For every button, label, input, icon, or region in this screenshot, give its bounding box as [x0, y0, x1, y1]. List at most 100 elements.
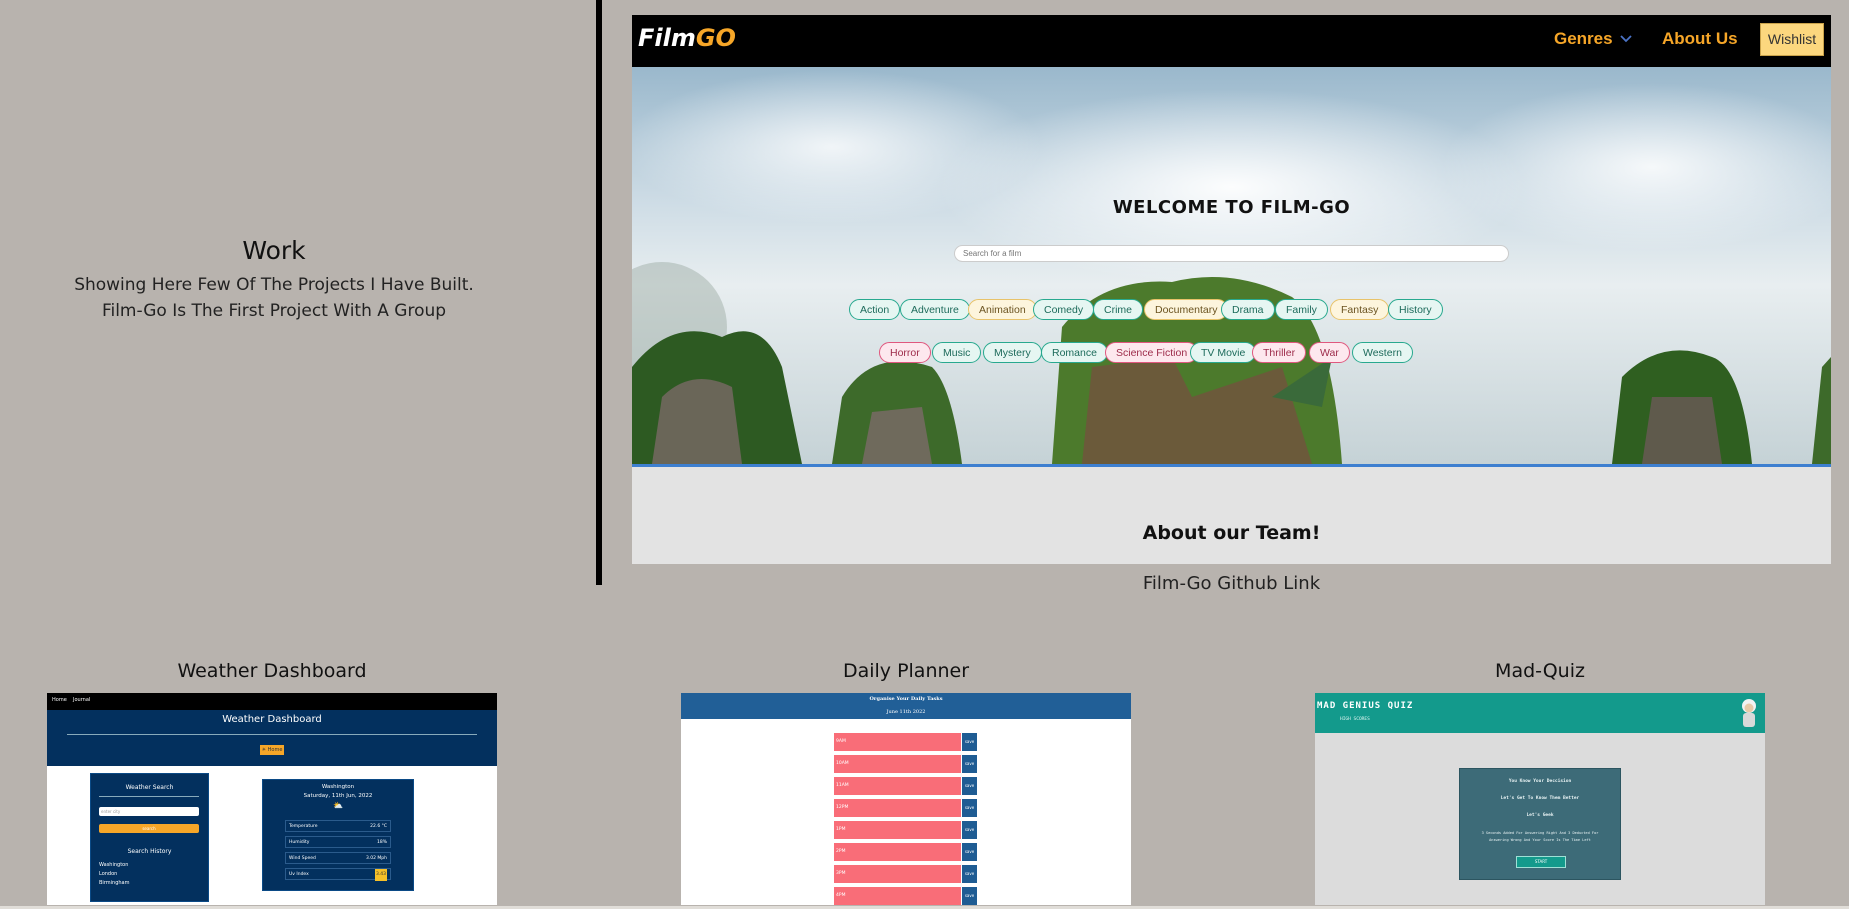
work-desc-line-1: Showing Here Few Of The Projects I Have …	[74, 275, 474, 295]
mad-quiz-preview[interactable]: MAD GENIUS QUIZ HIGH SCORES You Know You…	[1315, 693, 1765, 905]
weather-home-button[interactable]: ☀ Home	[260, 745, 284, 755]
planner-hour-slot[interactable]: 3PM	[834, 865, 961, 883]
chevron-down-icon[interactable]	[1618, 31, 1634, 47]
daily-planner-title: Daily Planner	[842, 660, 970, 682]
weather-dashboard-preview[interactable]: Home Journal Weather Dashboard ☀ Home We…	[47, 693, 497, 905]
planner-save-button[interactable]: save	[962, 843, 977, 861]
planner-hour-slot[interactable]: 2PM	[834, 843, 961, 861]
history-item[interactable]: London	[99, 871, 117, 877]
work-description: Showing Here Few Of The Projects I Have …	[0, 272, 548, 324]
history-item[interactable]: Birmingham	[99, 880, 130, 886]
genre-chip-music[interactable]: Music	[932, 342, 982, 363]
planner-hour-slot[interactable]: 11AM	[834, 777, 961, 795]
filmgo-logo[interactable]: FilmGO	[638, 24, 736, 52]
genre-chip-animation[interactable]: Animation	[968, 299, 1037, 320]
weather-dashboard-title: Weather Dashboard	[177, 660, 367, 682]
quiz-start-button[interactable]: START	[1516, 856, 1566, 868]
genre-chip-comedy[interactable]: Comedy	[1033, 299, 1095, 320]
weather-header-title: Weather Dashboard	[222, 714, 322, 725]
history-item[interactable]: Washington	[99, 862, 128, 868]
quiz-line-5: Answering Wrong And Your Score Is The Ti…	[1489, 838, 1591, 842]
planner-save-button[interactable]: save	[962, 865, 977, 883]
weather-row: Wind Speed 3.02 Mph	[285, 852, 391, 864]
genre-chip-history[interactable]: History	[1388, 299, 1443, 320]
quiz-app-title: MAD GENIUS QUIZ	[1317, 701, 1414, 711]
planner-save-button[interactable]: save	[962, 821, 977, 839]
genre-chip-romance[interactable]: Romance	[1041, 342, 1108, 363]
vertical-divider	[596, 0, 602, 585]
planner-header: Organise Your Daily Tasks June 11th 2022	[681, 693, 1131, 719]
work-desc-line-2: Film-Go Is The First Project With A Grou…	[101, 301, 447, 321]
planner-hour-slot[interactable]: 9AM	[834, 733, 961, 751]
genre-chip-crime[interactable]: Crime	[1093, 299, 1143, 320]
planner-row: 9AM save	[834, 733, 977, 751]
planner-save-button[interactable]: save	[962, 733, 977, 751]
genre-chip-adventure[interactable]: Adventure	[900, 299, 970, 320]
weather-search-rule	[99, 796, 199, 797]
weather-navbar: Home Journal	[47, 693, 497, 710]
filmgo-github-link[interactable]: Film-Go Github Link	[632, 573, 1831, 594]
logo-film: Film	[638, 24, 696, 52]
welcome-heading: WELCOME TO FILM-GO	[1112, 197, 1351, 218]
mad-quiz-title: Mad-Quiz	[1495, 660, 1585, 682]
genre-chip-family[interactable]: Family	[1275, 299, 1328, 320]
row-label: Humidity	[289, 840, 310, 845]
genre-chip-science-fiction[interactable]: Science Fiction	[1105, 342, 1199, 363]
nav-genres[interactable]: Genres	[1554, 29, 1613, 49]
weather-header-rule	[67, 734, 477, 735]
planner-row: 10AM save	[834, 755, 977, 773]
quiz-line-2: Let's Get To Know Them Better	[1500, 796, 1580, 801]
planner-hour-slot[interactable]: 12PM	[834, 799, 961, 817]
planner-row: 4PM save	[834, 887, 977, 905]
genre-chip-mystery[interactable]: Mystery	[983, 342, 1042, 363]
planner-row: 3PM save	[834, 865, 977, 883]
genre-chip-documentary[interactable]: Documentary	[1144, 299, 1229, 320]
weather-search-panel: Weather Search enter city search Search …	[90, 773, 209, 902]
row-label: Uv Index	[289, 872, 309, 877]
weather-nav-journal[interactable]: Journal	[73, 697, 90, 703]
planner-hour-slot[interactable]: 1PM	[834, 821, 961, 839]
planner-hour-slot[interactable]: 4PM	[834, 887, 961, 905]
weather-nav-home[interactable]: Home	[52, 697, 67, 703]
row-label: Temperature	[289, 824, 318, 829]
genre-chip-fantasy[interactable]: Fantasy	[1330, 299, 1390, 320]
weather-header: Weather Dashboard	[47, 710, 497, 766]
filmgo-preview[interactable]: FilmGO Genres About Us Wishlist WELCOME …	[632, 15, 1831, 564]
about-team-heading: About our Team!	[1142, 522, 1321, 544]
daily-planner-preview[interactable]: Organise Your Daily Tasks June 11th 2022…	[681, 693, 1131, 905]
row-label: Wind Speed	[289, 856, 316, 861]
weather-search-button[interactable]: search	[99, 824, 199, 833]
nav-about-us[interactable]: About Us	[1662, 29, 1738, 49]
quiz-header: MAD GENIUS QUIZ HIGH SCORES	[1315, 693, 1765, 733]
uv-badge: 3.43	[374, 869, 387, 881]
hero-landscape-image	[632, 262, 1831, 464]
planner-row: 12PM save	[834, 799, 977, 817]
genre-chip-western[interactable]: Western	[1352, 342, 1413, 363]
planner-save-button[interactable]: save	[962, 755, 977, 773]
planner-save-button[interactable]: save	[962, 799, 977, 817]
genre-chip-horror[interactable]: Horror	[879, 342, 931, 363]
work-title: Work	[242, 236, 306, 265]
genre-chip-tv-movie[interactable]: TV Movie	[1190, 342, 1257, 363]
einstein-avatar-icon	[1742, 699, 1756, 727]
weather-city: Washington	[321, 784, 355, 790]
row-value: 22.6 °C	[370, 824, 387, 829]
genre-chip-thriller[interactable]: Thriller	[1252, 342, 1307, 363]
genre-chip-action[interactable]: Action	[849, 299, 901, 320]
row-value: 3.02 Mph	[365, 856, 387, 861]
planner-save-button[interactable]: save	[962, 777, 977, 795]
high-scores-link[interactable]: HIGH SCORES	[1340, 717, 1370, 722]
weather-search-input[interactable]: enter city	[99, 807, 199, 816]
planner-hour-slot[interactable]: 10AM	[834, 755, 961, 773]
search-history-title: Search History	[127, 848, 172, 855]
weather-today-panel: Washington Saturday, 11th Jun, 2022 ⛅ Te…	[262, 779, 414, 891]
genre-chip-war[interactable]: War	[1309, 342, 1350, 363]
genre-chip-drama[interactable]: Drama	[1221, 299, 1275, 320]
planner-save-button[interactable]: save	[962, 887, 977, 905]
cloud-sun-icon: ⛅	[333, 801, 343, 810]
quiz-line-3: Let's Geek	[1526, 813, 1554, 818]
film-search-input[interactable]	[954, 245, 1509, 262]
planner-row: 11AM save	[834, 777, 977, 795]
weather-date: Saturday, 11th Jun, 2022	[303, 793, 373, 799]
wishlist-button[interactable]: Wishlist	[1760, 23, 1824, 56]
